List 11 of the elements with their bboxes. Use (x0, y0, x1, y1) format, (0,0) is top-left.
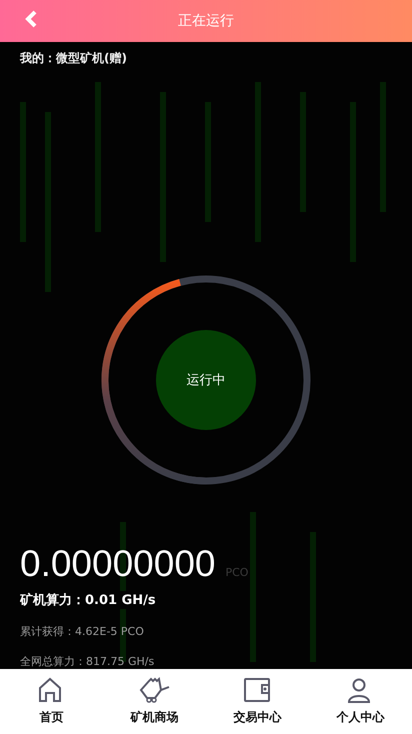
nav-tab[interactable]: 矿机商场 (103, 669, 206, 734)
machine-label: 我的：微型矿机(赠) (20, 50, 127, 67)
page-title: 正在运行 (178, 12, 234, 30)
stat-text: 全网总算力：817.75 GH/s (20, 654, 154, 669)
back-icon[interactable] (24, 10, 38, 28)
nav-tab[interactable]: 个人中心 (309, 669, 412, 734)
nav-tab[interactable]: 首页 (0, 669, 103, 734)
cart-icon (138, 676, 170, 704)
stat-text: 累计获得：4.62E-5 PCO (20, 624, 144, 639)
balance-value: 0.00000000 (20, 543, 216, 585)
nav-tab[interactable]: 交易中心 (206, 669, 309, 734)
